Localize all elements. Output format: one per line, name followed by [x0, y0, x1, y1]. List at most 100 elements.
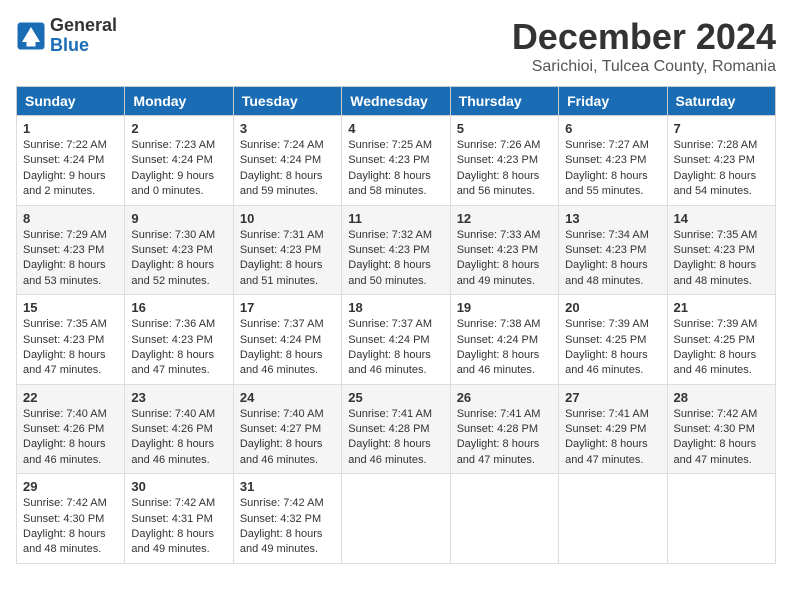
table-row: 17 Sunrise: 7:37 AMSunset: 4:24 PMDayligh…: [233, 295, 341, 385]
table-row: 29 Sunrise: 7:42 AMSunset: 4:30 PMDayligh…: [17, 474, 125, 564]
header-wednesday: Wednesday: [342, 87, 450, 116]
calendar-week-row: 8Sunrise: 7:29 AMSunset: 4:23 PMDaylight…: [17, 205, 776, 295]
day-info: Sunrise: 7:37 AMSunset: 4:24 PMDaylight:…: [348, 317, 443, 379]
table-row: 14 Sunrise: 7:35 AMSunset: 4:23 PMDayligh…: [667, 205, 775, 295]
day-info: Sunrise: 7:41 AMSunset: 4:28 PMDaylight:…: [348, 407, 443, 469]
table-row: [342, 474, 450, 564]
header-thursday: Thursday: [450, 87, 558, 116]
day-number: 9: [131, 211, 226, 226]
day-info: Sunrise: 7:26 AMSunset: 4:23 PMDaylight:…: [457, 138, 552, 200]
logo-text: General Blue: [50, 16, 117, 56]
day-info: Sunrise: 7:30 AMSunset: 4:23 PMDaylight:…: [131, 228, 226, 290]
table-row: 6Sunrise: 7:27 AMSunset: 4:23 PMDaylight…: [559, 116, 667, 206]
table-row: 4Sunrise: 7:25 AMSunset: 4:23 PMDaylight…: [342, 116, 450, 206]
calendar-week-row: 29 Sunrise: 7:42 AMSunset: 4:30 PMDayligh…: [17, 474, 776, 564]
day-number: 1: [23, 121, 118, 136]
day-number: 3: [240, 121, 335, 136]
table-row: 21 Sunrise: 7:39 AMSunset: 4:25 PMDayligh…: [667, 295, 775, 385]
table-row: 22 Sunrise: 7:40 AMSunset: 4:26 PMDayligh…: [17, 384, 125, 474]
header-saturday: Saturday: [667, 87, 775, 116]
day-number: 17: [240, 300, 335, 315]
day-info: Sunrise: 7:35 AMSunset: 4:23 PMDaylight:…: [674, 228, 769, 290]
table-row: 2Sunrise: 7:23 AMSunset: 4:24 PMDaylight…: [125, 116, 233, 206]
location-title: Sarichioi, Tulcea County, Romania: [512, 58, 776, 76]
day-number: 10: [240, 211, 335, 226]
day-number: 20: [565, 300, 660, 315]
day-number: 26: [457, 390, 552, 405]
calendar-header-row: Sunday Monday Tuesday Wednesday Thursday…: [17, 87, 776, 116]
day-number: 28: [674, 390, 769, 405]
table-row: 26 Sunrise: 7:41 AMSunset: 4:28 PMDayligh…: [450, 384, 558, 474]
table-row: 7Sunrise: 7:28 AMSunset: 4:23 PMDaylight…: [667, 116, 775, 206]
header-sunday: Sunday: [17, 87, 125, 116]
day-info: Sunrise: 7:42 AMSunset: 4:30 PMDaylight:…: [23, 496, 118, 558]
day-number: 25: [348, 390, 443, 405]
day-info: Sunrise: 7:35 AMSunset: 4:23 PMDaylight:…: [23, 317, 118, 379]
table-row: 30 Sunrise: 7:42 AMSunset: 4:31 PMDayligh…: [125, 474, 233, 564]
logo-icon: [16, 21, 46, 51]
day-number: 14: [674, 211, 769, 226]
day-number: 22: [23, 390, 118, 405]
title-block: December 2024 Sarichioi, Tulcea County, …: [512, 16, 776, 76]
day-number: 24: [240, 390, 335, 405]
table-row: 8Sunrise: 7:29 AMSunset: 4:23 PMDaylight…: [17, 205, 125, 295]
header-monday: Monday: [125, 87, 233, 116]
table-row: 10Sunrise: 7:31 AMSunset: 4:23 PMDayligh…: [233, 205, 341, 295]
page-header: General Blue December 2024 Sarichioi, Tu…: [16, 16, 776, 76]
day-number: 29: [23, 479, 118, 494]
day-info: Sunrise: 7:32 AMSunset: 4:23 PMDaylight:…: [348, 228, 443, 290]
table-row: [450, 474, 558, 564]
table-row: 31 Sunrise: 7:42 AMSunset: 4:32 PMDayligh…: [233, 474, 341, 564]
day-number: 5: [457, 121, 552, 136]
day-number: 30: [131, 479, 226, 494]
month-title: December 2024: [512, 16, 776, 58]
day-info: Sunrise: 7:39 AMSunset: 4:25 PMDaylight:…: [674, 317, 769, 379]
day-info: Sunrise: 7:42 AMSunset: 4:32 PMDaylight:…: [240, 496, 335, 558]
calendar-week-row: 22 Sunrise: 7:40 AMSunset: 4:26 PMDayligh…: [17, 384, 776, 474]
calendar-week-row: 15 Sunrise: 7:35 AMSunset: 4:23 PMDayligh…: [17, 295, 776, 385]
table-row: 13Sunrise: 7:34 AMSunset: 4:23 PMDayligh…: [559, 205, 667, 295]
table-row: 19Sunrise: 7:38 AMSunset: 4:24 PMDayligh…: [450, 295, 558, 385]
day-info: Sunrise: 7:36 AMSunset: 4:23 PMDaylight:…: [131, 317, 226, 379]
table-row: 15 Sunrise: 7:35 AMSunset: 4:23 PMDayligh…: [17, 295, 125, 385]
day-info: Sunrise: 7:41 AMSunset: 4:29 PMDaylight:…: [565, 407, 660, 469]
table-row: 28 Sunrise: 7:42 AMSunset: 4:30 PMDayligh…: [667, 384, 775, 474]
day-info: Sunrise: 7:22 AMSunset: 4:24 PMDaylight:…: [23, 138, 118, 200]
day-info: Sunrise: 7:41 AMSunset: 4:28 PMDaylight:…: [457, 407, 552, 469]
header-friday: Friday: [559, 87, 667, 116]
day-number: 2: [131, 121, 226, 136]
day-number: 7: [674, 121, 769, 136]
day-number: 31: [240, 479, 335, 494]
table-row: 23Sunrise: 7:40 AMSunset: 4:26 PMDayligh…: [125, 384, 233, 474]
day-info: Sunrise: 7:39 AMSunset: 4:25 PMDaylight:…: [565, 317, 660, 379]
day-number: 21: [674, 300, 769, 315]
table-row: 1 Sunrise: 7:22 AMSunset: 4:24 PMDaylight…: [17, 116, 125, 206]
day-number: 12: [457, 211, 552, 226]
day-info: Sunrise: 7:29 AMSunset: 4:23 PMDaylight:…: [23, 228, 118, 290]
day-number: 23: [131, 390, 226, 405]
day-info: Sunrise: 7:42 AMSunset: 4:31 PMDaylight:…: [131, 496, 226, 558]
table-row: 9 Sunrise: 7:30 AMSunset: 4:23 PMDaylight…: [125, 205, 233, 295]
table-row: 20 Sunrise: 7:39 AMSunset: 4:25 PMDayligh…: [559, 295, 667, 385]
day-number: 6: [565, 121, 660, 136]
day-number: 19: [457, 300, 552, 315]
day-info: Sunrise: 7:37 AMSunset: 4:24 PMDaylight:…: [240, 317, 335, 379]
day-info: Sunrise: 7:40 AMSunset: 4:26 PMDaylight:…: [23, 407, 118, 469]
table-row: [559, 474, 667, 564]
table-row: 25 Sunrise: 7:41 AMSunset: 4:28 PMDayligh…: [342, 384, 450, 474]
day-info: Sunrise: 7:42 AMSunset: 4:30 PMDaylight:…: [674, 407, 769, 469]
header-tuesday: Tuesday: [233, 87, 341, 116]
logo-general: General: [50, 16, 117, 36]
table-row: 12Sunrise: 7:33 AMSunset: 4:23 PMDayligh…: [450, 205, 558, 295]
day-number: 18: [348, 300, 443, 315]
day-info: Sunrise: 7:40 AMSunset: 4:27 PMDaylight:…: [240, 407, 335, 469]
table-row: 18 Sunrise: 7:37 AMSunset: 4:24 PMDayligh…: [342, 295, 450, 385]
day-number: 27: [565, 390, 660, 405]
day-number: 15: [23, 300, 118, 315]
table-row: 24 Sunrise: 7:40 AMSunset: 4:27 PMDayligh…: [233, 384, 341, 474]
calendar-table: Sunday Monday Tuesday Wednesday Thursday…: [16, 86, 776, 564]
logo: General Blue: [16, 16, 117, 56]
table-row: 3Sunrise: 7:24 AMSunset: 4:24 PMDaylight…: [233, 116, 341, 206]
calendar-week-row: 1 Sunrise: 7:22 AMSunset: 4:24 PMDaylight…: [17, 116, 776, 206]
day-info: Sunrise: 7:25 AMSunset: 4:23 PMDaylight:…: [348, 138, 443, 200]
